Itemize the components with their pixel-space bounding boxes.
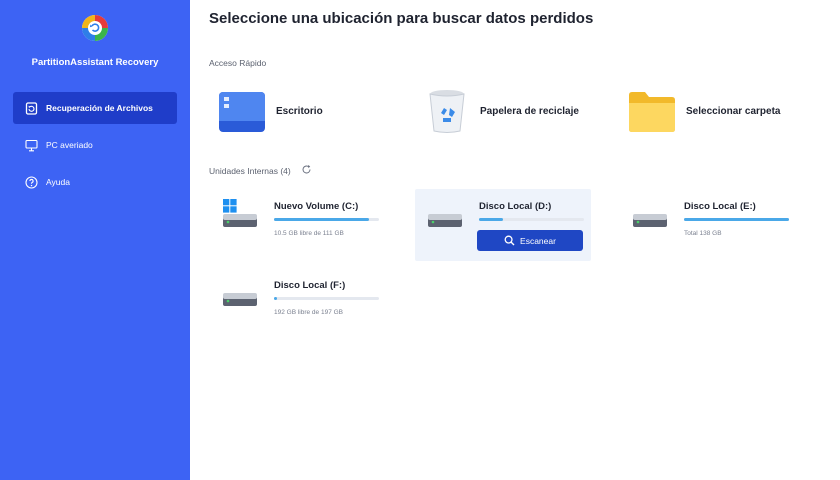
drive-card-e[interactable]: Disco Local (E:) Total 138 GB [620, 189, 796, 261]
monitor-icon [24, 138, 38, 152]
sidebar-item-file-recovery[interactable]: Recuperación de Archivos [13, 92, 177, 124]
refresh-icon[interactable] [301, 164, 312, 175]
drive-card-d[interactable]: Disco Local (D:) Escanear [415, 189, 591, 261]
sidebar-item-label: Ayuda [46, 177, 70, 187]
drive-name: Disco Local (F:) [274, 280, 346, 291]
hard-drive-icon [428, 214, 462, 227]
windows-logo-icon [223, 199, 237, 213]
quick-access-label-desktop: Escritorio [276, 105, 323, 117]
hard-drive-icon [223, 293, 257, 306]
desktop-icon [219, 92, 265, 132]
internal-drives-label: Unidades Internas (4) [209, 166, 291, 176]
help-icon [24, 175, 38, 189]
drive-usage-fill [684, 218, 789, 221]
drive-usage-bar [274, 297, 379, 300]
quick-access-select-folder[interactable]: Seleccionar carpeta [628, 86, 781, 136]
drive-usage-bar [274, 218, 379, 221]
drive-card-c[interactable]: Nuevo Volume (C:) 10.5 GB libre de 111 G… [210, 189, 386, 261]
drive-name: Disco Local (D:) [479, 201, 552, 212]
file-recovery-icon [24, 101, 38, 115]
drive-info: Total 138 GB [684, 230, 722, 237]
quick-access-recycle-bin[interactable]: Papelera de reciclaje [424, 86, 579, 136]
app-name: PartitionAssistant Recovery [31, 57, 159, 68]
sidebar-item-help[interactable]: Ayuda [13, 166, 177, 198]
drive-info: 192 GB libre de 197 GB [274, 309, 344, 316]
folder-icon [629, 92, 675, 132]
recycle-bin-icon [429, 90, 465, 133]
quick-access-label: Acceso Rápido [209, 58, 267, 68]
drive-name: Disco Local (E:) [684, 201, 756, 212]
quick-access-label-select-folder: Seleccionar carpeta [686, 105, 781, 117]
drive-name: Nuevo Volume (C:) [274, 201, 359, 212]
sidebar: PartitionAssistant Recovery Recuperación… [0, 0, 190, 480]
scan-button[interactable]: Escanear [477, 230, 583, 251]
drive-usage-fill [479, 218, 504, 221]
drive-usage-fill [274, 297, 277, 300]
quick-access-desktop[interactable]: Escritorio [218, 86, 323, 136]
drive-usage-bar [684, 218, 789, 221]
search-icon [504, 235, 515, 246]
drive-usage-fill [274, 218, 370, 221]
quick-access-label-recycle-bin: Papelera de reciclaje [480, 105, 579, 117]
scan-button-label: Escanear [520, 235, 556, 246]
drive-usage-bar [479, 218, 584, 221]
sidebar-item-label: Recuperación de Archivos [46, 103, 153, 113]
sidebar-item-broken-pc[interactable]: PC averiado [13, 129, 177, 161]
page-title: Seleccione una ubicación para buscar dat… [209, 10, 594, 27]
app-logo-icon [82, 15, 108, 41]
drive-card-f[interactable]: Disco Local (F:) 192 GB libre de 197 GB [210, 268, 386, 340]
drive-info: 10.5 GB libre de 111 GB [274, 230, 344, 237]
sidebar-item-label: PC averiado [46, 140, 93, 150]
hard-drive-icon [633, 214, 667, 227]
